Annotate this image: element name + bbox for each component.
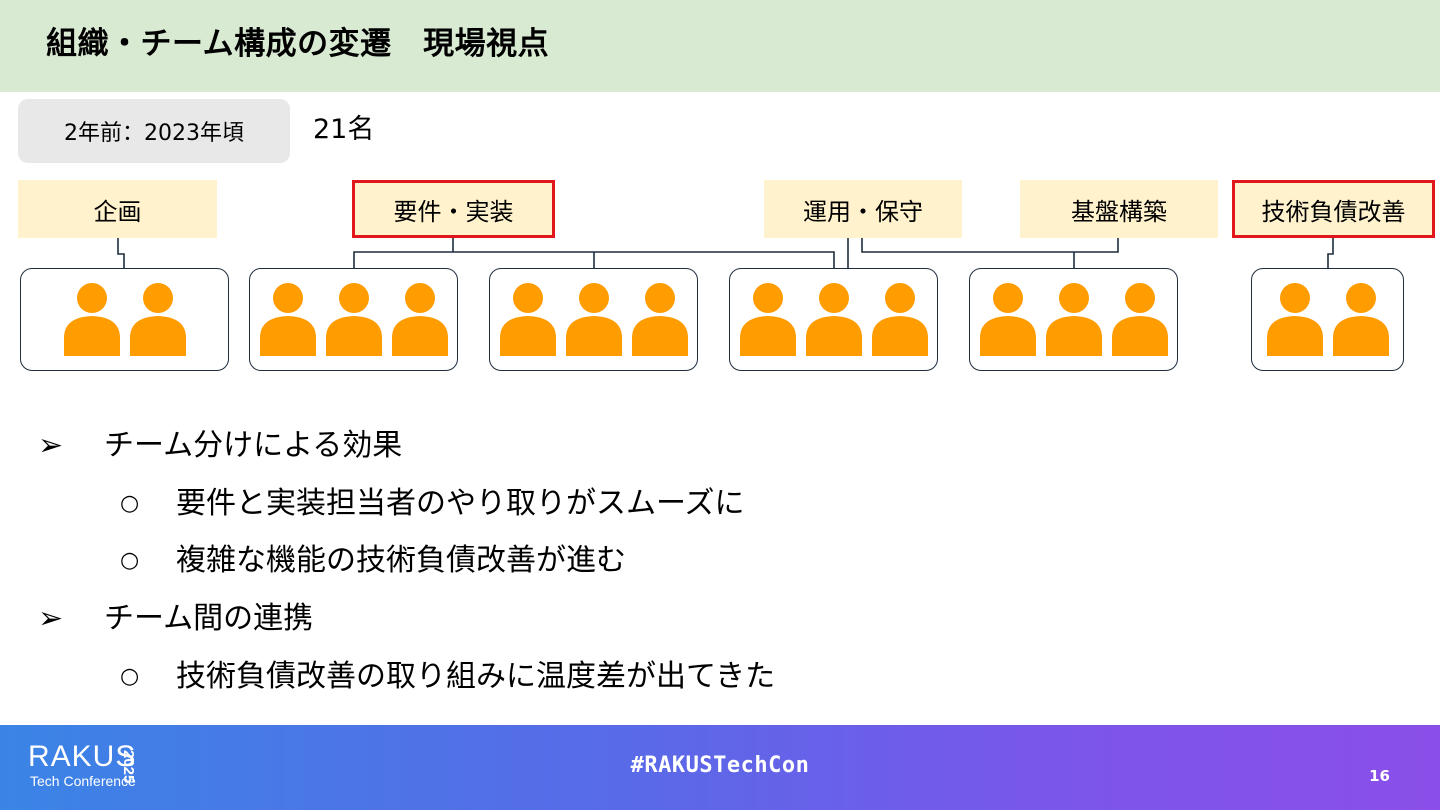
team-members: [259, 282, 448, 356]
person-icon: [129, 282, 186, 356]
circle-bullet-icon: ○: [120, 491, 140, 516]
team-members: [979, 282, 1168, 356]
connector-planning: [117, 238, 125, 268]
bullet-text: 複雑な機能の技術負債改善が進む: [176, 543, 626, 578]
footer-bar: RAKUS Tech Conference 2025 #RAKUSTechCon…: [0, 725, 1440, 810]
person-icon: [1045, 282, 1102, 356]
team-box: [20, 268, 229, 371]
team-box: [1251, 268, 1404, 371]
team-box: [489, 268, 698, 371]
bullet-text: チーム分けによる効果: [104, 428, 403, 463]
person-icon: [1266, 282, 1323, 356]
role-label-text: 運用・保守: [803, 197, 923, 226]
role-label-implementation: 要件・実装: [352, 180, 555, 238]
team-members: [739, 282, 928, 356]
person-icon: [871, 282, 928, 356]
page-number: 16: [1369, 767, 1390, 785]
team-members: [1266, 282, 1389, 356]
team-box: [249, 268, 458, 371]
team-members: [499, 282, 688, 356]
role-label-tech-debt: 技術負債改善: [1232, 180, 1435, 238]
person-icon: [1111, 282, 1168, 356]
connector-infra: [861, 238, 1119, 253]
role-label-text: 基盤構築: [1071, 197, 1167, 226]
person-icon: [565, 282, 622, 356]
person-icon: [259, 282, 316, 356]
circle-bullet-icon: ○: [120, 548, 140, 573]
person-icon: [391, 282, 448, 356]
person-icon: [805, 282, 862, 356]
role-label-text: 要件・実装: [393, 197, 514, 226]
arrow-bullet-icon: ➢: [38, 428, 64, 463]
person-icon: [499, 282, 556, 356]
person-icon: [979, 282, 1036, 356]
person-icon: [631, 282, 688, 356]
bullet-text: チーム間の連携: [104, 601, 314, 636]
team-members: [63, 282, 186, 356]
team-box: [729, 268, 938, 371]
conference-hashtag: #RAKUSTechCon: [630, 753, 810, 778]
person-icon: [325, 282, 382, 356]
role-label-text: 企画: [93, 197, 142, 226]
role-label-infrastructure: 基盤構築: [1020, 180, 1218, 238]
arrow-bullet-icon: ➢: [38, 601, 64, 636]
connector-debt: [1327, 238, 1334, 268]
role-label-planning: 企画: [18, 180, 217, 238]
person-icon: [739, 282, 796, 356]
role-label-text: 技術負債改善: [1261, 197, 1406, 226]
bullet-text: 要件と実装担当者のやり取りがスムーズに: [176, 486, 745, 521]
team-box: [969, 268, 1178, 371]
role-label-operations: 運用・保守: [764, 180, 962, 238]
person-icon: [1332, 282, 1389, 356]
bullet-text: 技術負債改善の取り組みに温度差が出てきた: [176, 659, 776, 694]
person-icon: [63, 282, 120, 356]
circle-bullet-icon: ○: [120, 664, 140, 689]
